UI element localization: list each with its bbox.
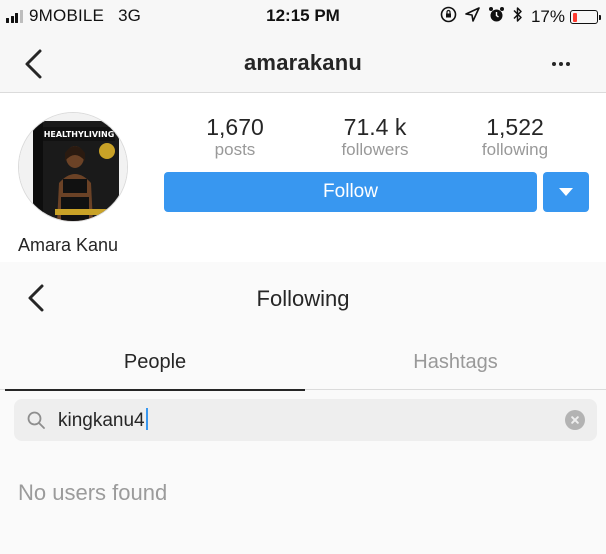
rotation-lock-icon <box>440 6 457 28</box>
status-bar: 9MOBILE 3G 12:15 PM 17% <box>0 0 606 34</box>
status-right: 17% <box>432 6 601 28</box>
profile-stats: 1,670 posts 71.4 k followers 1,522 follo… <box>165 114 590 160</box>
location-icon <box>465 7 480 27</box>
tab-people[interactable]: People <box>5 334 305 391</box>
alarm-icon <box>488 6 505 28</box>
following-tabs: People Hashtags <box>0 334 606 391</box>
following-stat[interactable]: 1,522 following <box>445 114 585 160</box>
profile-header: HEALTHYLIVING 1,670 posts 71.4 k followe… <box>0 94 606 262</box>
text-cursor <box>145 408 148 430</box>
following-navigation-bar: Following <box>0 262 606 334</box>
more-options-button[interactable] <box>546 49 576 79</box>
following-sheet: Following People Hashtags kingkanu4 No u… <box>0 262 606 554</box>
follow-button[interactable]: Follow <box>164 172 537 212</box>
search-input-value-wrapper: kingkanu4 <box>58 408 148 433</box>
followers-count: 71.4 k <box>343 114 407 140</box>
battery-percentage: 17% <box>530 7 565 26</box>
search-icon <box>27 411 45 429</box>
battery-level-fill <box>572 12 577 22</box>
more-dots-icon <box>552 62 556 66</box>
search-input-value: kingkanu4 <box>58 410 145 431</box>
following-count: 1,522 <box>486 114 544 140</box>
battery-icon <box>570 10 601 24</box>
followers-stat[interactable]: 71.4 k followers <box>305 114 445 160</box>
avatar[interactable]: HEALTHYLIVING <box>18 112 128 222</box>
profile-display-name: Amara Kanu <box>18 235 119 255</box>
avatar-image: HEALTHYLIVING <box>19 113 127 221</box>
profile-navigation-bar: amarakanu <box>0 34 606 93</box>
following-label: following <box>481 140 549 159</box>
suggested-users-dropdown-button[interactable] <box>543 172 589 212</box>
caret-down-icon <box>559 188 573 196</box>
posts-label: posts <box>214 140 256 159</box>
posts-stat[interactable]: 1,670 posts <box>165 114 305 160</box>
profile-username-title: amarakanu <box>244 50 362 75</box>
followers-label: followers <box>341 140 409 159</box>
bluetooth-icon <box>513 6 523 28</box>
search-input[interactable]: kingkanu4 <box>14 399 597 441</box>
no-results-message: No users found <box>18 480 168 505</box>
avatar-cover-title: HEALTHYLIVING <box>44 130 115 139</box>
posts-count: 1,670 <box>206 114 264 140</box>
following-title: Following <box>256 286 350 311</box>
clear-search-icon[interactable] <box>565 410 585 430</box>
tab-hashtags[interactable]: Hashtags <box>305 334 606 390</box>
